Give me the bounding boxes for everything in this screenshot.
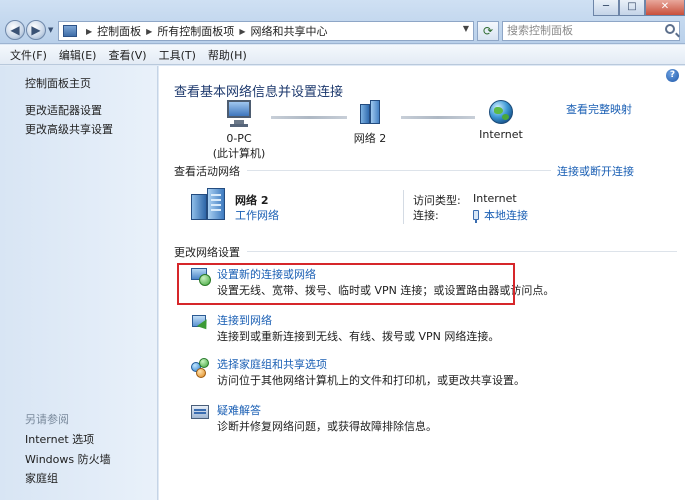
network-type-link[interactable]: 工作网络	[235, 207, 279, 223]
menu-bar: 文件(F) 编辑(E) 查看(V) 工具(T) 帮助(H)	[0, 45, 685, 65]
section-divider	[247, 170, 551, 171]
sidebar-item-control-panel-home[interactable]: 控制面板主页	[25, 75, 91, 91]
view-full-map-link[interactable]: 查看完整映射	[566, 101, 632, 117]
change-settings-heading: 更改网络设置	[174, 246, 240, 259]
menu-tools[interactable]: 工具(T)	[159, 47, 196, 63]
sidebar-item-homegroup[interactable]: 家庭组	[25, 470, 58, 486]
homegroup-icon	[189, 356, 211, 378]
forward-button[interactable]: ▶	[26, 20, 46, 40]
breadcrumb-all-items[interactable]: 所有控制面板项	[157, 23, 234, 39]
back-button[interactable]: ◀	[5, 20, 25, 40]
address-bar[interactable]: ▶ 控制面板 ▶ 所有控制面板项 ▶ 网络和共享中心 ▼	[58, 21, 474, 41]
search-icon[interactable]	[665, 24, 675, 34]
sidebar: 控制面板主页 更改适配器设置 更改高级共享设置 另请参阅 Internet 选项…	[0, 66, 158, 500]
breadcrumb-network-center[interactable]: 网络和共享中心	[250, 23, 327, 39]
connections-label: 连接:	[413, 209, 439, 222]
map-link-line	[271, 116, 347, 119]
control-panel-icon	[63, 25, 77, 37]
task-title[interactable]: 选择家庭组和共享选项	[217, 356, 327, 372]
chevron-right-icon[interactable]: ▶	[86, 27, 92, 36]
title-bar: ─ □ ✕ ◀ ▶ ▼ ▶ 控制面板 ▶ 所有控制面板项 ▶ 网络和共享中心 ▼…	[0, 0, 685, 44]
page-title: 查看基本网络信息并设置连接	[174, 85, 344, 100]
computer-name: 0-PC	[226, 132, 252, 145]
search-placeholder: 搜索控制面板	[507, 24, 573, 37]
see-also-heading: 另请参阅	[25, 413, 69, 426]
sidebar-item-advanced-sharing[interactable]: 更改高级共享设置	[25, 121, 113, 137]
connect-network-icon	[189, 312, 212, 334]
active-network-name: 网络 2	[235, 194, 269, 207]
connect-disconnect-link[interactable]: 连接或断开连接	[557, 163, 634, 179]
menu-file[interactable]: 文件(F)	[10, 47, 47, 63]
task-description: 诊断并修复网络问题，或获得故障排除信息。	[217, 420, 437, 433]
task-description: 连接到或重新连接到无线、有线、拨号或 VPN 网络连接。	[217, 330, 500, 343]
task-title[interactable]: 连接到网络	[217, 312, 272, 328]
task-description: 访问位于其他网络计算机上的文件和打印机，或更改共享设置。	[217, 374, 525, 387]
map-link-line	[401, 116, 475, 119]
window-controls: ─ □ ✕	[593, 0, 685, 16]
vertical-divider	[403, 190, 404, 224]
network-name: 网络 2	[353, 132, 387, 145]
sidebar-item-internet-options[interactable]: Internet 选项	[25, 431, 94, 447]
main-content: ? 查看基本网络信息并设置连接 查看完整映射 0-PC (此计算机) 网络 2 …	[159, 66, 685, 500]
internet-label: Internet	[479, 128, 523, 141]
local-connection-link[interactable]: 本地连接	[473, 207, 528, 223]
map-node-computer[interactable]: 0-PC (此计算机)	[211, 100, 267, 161]
maximize-button[interactable]: □	[619, 0, 645, 16]
close-button[interactable]: ✕	[645, 0, 685, 16]
search-input[interactable]: 搜索控制面板	[502, 21, 680, 41]
active-network-icon	[189, 186, 229, 220]
network-icon	[357, 100, 383, 126]
access-type-value: Internet	[473, 192, 517, 205]
active-networks-heading: 查看活动网络	[174, 165, 240, 178]
troubleshoot-icon	[189, 402, 211, 424]
sidebar-item-windows-firewall[interactable]: Windows 防火墙	[25, 451, 111, 467]
minimize-button[interactable]: ─	[593, 0, 619, 16]
breadcrumb-control-panel[interactable]: 控制面板	[97, 23, 141, 39]
task-title[interactable]: 疑难解答	[217, 402, 261, 418]
map-node-network[interactable]: 网络 2	[345, 100, 395, 146]
computer-icon	[225, 100, 253, 128]
menu-edit[interactable]: 编辑(E)	[59, 47, 97, 63]
local-connection-label: 本地连接	[484, 209, 528, 222]
menu-view[interactable]: 查看(V)	[108, 47, 146, 63]
computer-note: (此计算机)	[212, 147, 266, 160]
section-divider	[247, 251, 677, 252]
access-type-label: 访问类型:	[413, 194, 461, 207]
refresh-button[interactable]: ⟳	[477, 21, 499, 41]
help-icon[interactable]: ?	[666, 69, 679, 82]
ethernet-icon	[473, 210, 479, 223]
recent-pages-dropdown-icon[interactable]: ▼	[48, 26, 53, 34]
chevron-right-icon[interactable]: ▶	[146, 27, 152, 36]
highlight-annotation-box	[177, 263, 515, 305]
menu-help[interactable]: 帮助(H)	[208, 47, 247, 63]
address-dropdown-icon[interactable]: ▼	[463, 24, 469, 33]
map-node-internet[interactable]: Internet	[475, 100, 527, 141]
globe-icon	[489, 100, 513, 124]
sidebar-item-adapter-settings[interactable]: 更改适配器设置	[25, 102, 102, 118]
chevron-right-icon[interactable]: ▶	[239, 27, 245, 36]
